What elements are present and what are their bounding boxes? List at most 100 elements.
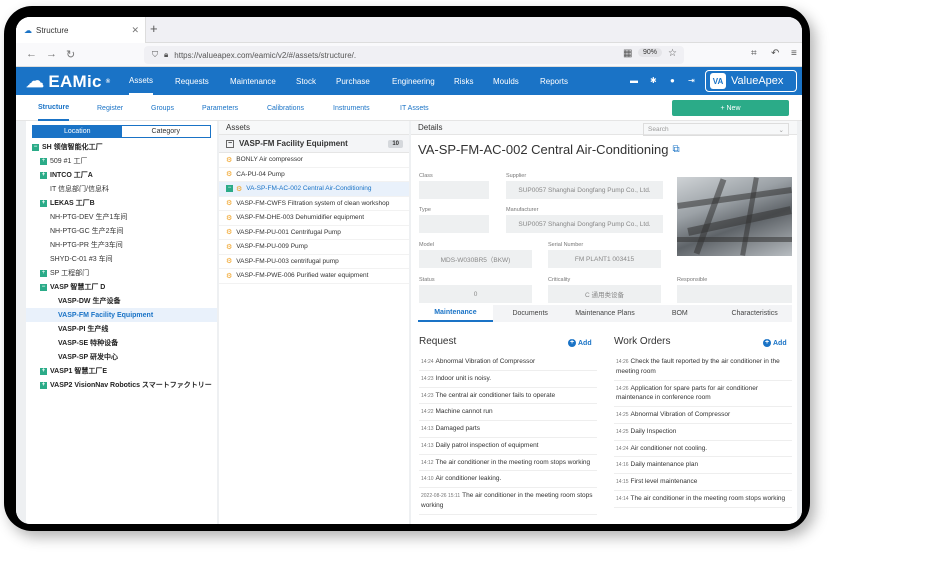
tree-node[interactable]: + LEKAS 工厂B	[26, 196, 217, 210]
criticality-field[interactable]: C 通用类设备	[548, 285, 661, 303]
expand-icon[interactable]: +	[40, 381, 47, 389]
toggle-category[interactable]: Category	[122, 126, 211, 137]
expand-icon[interactable]: +	[40, 199, 47, 207]
eamic-logo[interactable]: ☁ EAMic ®	[26, 71, 111, 92]
zoom-level[interactable]: 90%	[638, 48, 663, 57]
new-button[interactable]: + New	[672, 100, 789, 116]
bookmark-star-icon[interactable]: ☆	[668, 48, 677, 59]
work-order-item[interactable]: 14:15 First level maintenance	[614, 474, 792, 491]
collapse-icon[interactable]: −	[226, 185, 233, 193]
tree-node[interactable]: IT 信息部门/信息科	[26, 182, 217, 196]
request-item[interactable]: 14:24 Abnormal Vibration of Compressor	[419, 354, 597, 371]
tree-node[interactable]: VASP-PI 生产线	[26, 322, 217, 336]
undo-icon[interactable]: ↶	[771, 48, 779, 59]
status-field[interactable]: 0	[419, 285, 532, 303]
collapse-icon[interactable]: −	[40, 283, 47, 291]
menu-maintenance[interactable]: Maintenance	[230, 67, 276, 95]
menu-stock[interactable]: Stock	[296, 67, 316, 95]
request-item[interactable]: 14:23 The central air conditioner fails t…	[419, 388, 597, 405]
class-field[interactable]	[419, 181, 489, 199]
reload-icon[interactable]: ↻	[66, 48, 75, 61]
forward-icon[interactable]: →	[46, 48, 57, 60]
work-order-item[interactable]: 14:26 Check the fault reported by the air…	[614, 354, 792, 381]
menu-icon[interactable]: ≡	[791, 48, 797, 59]
collapse-icon[interactable]: −	[226, 139, 234, 148]
request-item[interactable]: 14:10 Air conditioner leaking.	[419, 471, 597, 488]
new-tab-icon[interactable]: +	[150, 21, 158, 36]
work-order-item[interactable]: 14:25 Daily Inspection	[614, 424, 792, 441]
menu-assets[interactable]: Assets	[129, 67, 154, 95]
add-work-order-button[interactable]: + Add	[763, 339, 787, 347]
supplier-field[interactable]: SUP0057 Shanghai Dongfang Pump Co., Ltd.	[506, 181, 663, 199]
tree-node[interactable]: − SH 领信智能化工厂	[26, 140, 217, 154]
external-link-icon[interactable]: ⧉	[672, 144, 679, 155]
tree-node[interactable]: VASP-FM Facility Equipment	[26, 308, 217, 322]
tab-bom[interactable]: BOM	[642, 305, 717, 322]
asset-list-item[interactable]: ⚙ VASP-FM-DHE-003 Dehumidifier equipment	[219, 211, 409, 226]
tab-instruments[interactable]: Instruments	[333, 95, 370, 121]
serial-field[interactable]: FM PLANT1 003415	[548, 250, 661, 268]
close-tab-icon[interactable]: ✕	[131, 25, 139, 36]
tree-node[interactable]: +509 #1 工厂	[26, 154, 217, 168]
asset-list-item[interactable]: ⚙ VASP-FM-CWFS Filtration system of clean…	[219, 197, 409, 211]
collapse-icon[interactable]: −	[32, 143, 39, 151]
tree-node[interactable]: VASP-SP 研发中心	[26, 350, 217, 364]
tree-node[interactable]: NH-PTG-GC 生产2车间	[26, 224, 217, 238]
menu-requests[interactable]: Requests	[175, 67, 209, 95]
toggle-location[interactable]: Location	[33, 126, 122, 137]
address-bar[interactable]: ⛉ 🔒︎ https://valueapex.com/eamic/v2/#/as…	[144, 46, 684, 64]
work-order-item[interactable]: 14:14 The air conditioner in the meeting …	[614, 491, 792, 508]
tree-node[interactable]: + INTCO 工厂A	[26, 168, 217, 182]
asset-list-item[interactable]: ⚙ VASP-FM-PWE-006 Purified water equipmen…	[219, 269, 409, 284]
tab-it-assets[interactable]: IT Assets	[400, 95, 429, 121]
asset-group[interactable]: − VASP-FM Facility Equipment 10	[219, 135, 409, 153]
expand-icon[interactable]: +	[40, 157, 47, 165]
qr-code-icon[interactable]: ▦	[623, 48, 632, 59]
menu-risks[interactable]: Risks	[454, 67, 474, 95]
chat-icon[interactable]: ▬	[630, 76, 638, 85]
manufacturer-field[interactable]: SUP0057 Shanghai Dongfang Pump Co., Ltd.	[506, 215, 663, 233]
tab-register[interactable]: Register	[97, 95, 123, 121]
crop-icon[interactable]: ⌗	[751, 48, 757, 59]
tab-calibrations[interactable]: Calibrations	[267, 95, 304, 121]
tree-node[interactable]: + VASP2 VisionNav Robotics スマートファクトリー	[26, 378, 217, 392]
request-item[interactable]: 14:13 Daily patrol inspection of equipmen…	[419, 438, 597, 455]
add-request-button[interactable]: + Add	[568, 339, 592, 347]
tree-node[interactable]: + VASP1 智慧工厂E	[26, 364, 217, 378]
request-item[interactable]: 14:13 Damaged parts	[419, 421, 597, 438]
tab-parameters[interactable]: Parameters	[202, 95, 238, 121]
tree-node[interactable]: + SP 工程部门	[26, 266, 217, 280]
tab-maintenance[interactable]: Maintenance	[418, 305, 493, 322]
model-field[interactable]: MDS-W030BR5（BKW)	[419, 250, 532, 268]
type-field[interactable]	[419, 215, 489, 233]
browser-tab[interactable]: ☁ Structure ✕	[16, 17, 146, 43]
tab-structure[interactable]: Structure	[38, 95, 70, 121]
tree-node[interactable]: − VASP 智慧工厂 D	[26, 280, 217, 294]
request-item[interactable]: 14:22 Machine cannot run	[419, 404, 597, 421]
tree-node[interactable]: NH-PTG-PR 生产3车间	[26, 238, 217, 252]
work-order-item[interactable]: 14:16 Daily maintenance plan	[614, 457, 792, 474]
request-item[interactable]: 2022-08-26 15:11 The air conditioner in t…	[419, 488, 597, 515]
request-item[interactable]: 14:23 Indoor unit is noisy.	[419, 371, 597, 388]
back-icon[interactable]: ←	[26, 48, 37, 60]
gear-icon[interactable]: ✱	[650, 76, 657, 85]
expand-icon[interactable]: +	[40, 269, 47, 277]
menu-engineering[interactable]: Engineering	[392, 67, 435, 95]
tab-characteristics[interactable]: Characteristics	[717, 305, 792, 322]
asset-list-item[interactable]: − ⚙ VA-SP-FM-AC-002 Central Air-Conditioni…	[219, 182, 409, 197]
responsible-field[interactable]	[677, 285, 792, 303]
request-item[interactable]: 14:12 The air conditioner in the meeting …	[419, 455, 597, 472]
tree-node[interactable]: NH-PTG-DEV 生产1车间	[26, 210, 217, 224]
tab-documents[interactable]: Documents	[493, 305, 568, 322]
menu-reports[interactable]: Reports	[540, 67, 568, 95]
tree-node[interactable]: VASP-SE 特种设备	[26, 336, 217, 350]
user-icon[interactable]: ●	[670, 76, 675, 85]
asset-list-item[interactable]: ⚙ VASP-FM-PU-009 Pump	[219, 240, 409, 255]
details-search-input[interactable]: Search ⌄	[643, 123, 789, 136]
asset-list-item[interactable]: ⚙ BONLY Air compressor	[219, 153, 409, 168]
tree-node[interactable]: VASP-DW 生产设备	[26, 294, 217, 308]
work-order-item[interactable]: 14:24 Air conditioner not cooling.	[614, 441, 792, 458]
tab-groups[interactable]: Groups	[151, 95, 174, 121]
asset-list-item[interactable]: ⚙ VASP-FM-PU-003 centrifugal pump	[219, 255, 409, 269]
logout-icon[interactable]: ⇥	[688, 76, 695, 85]
